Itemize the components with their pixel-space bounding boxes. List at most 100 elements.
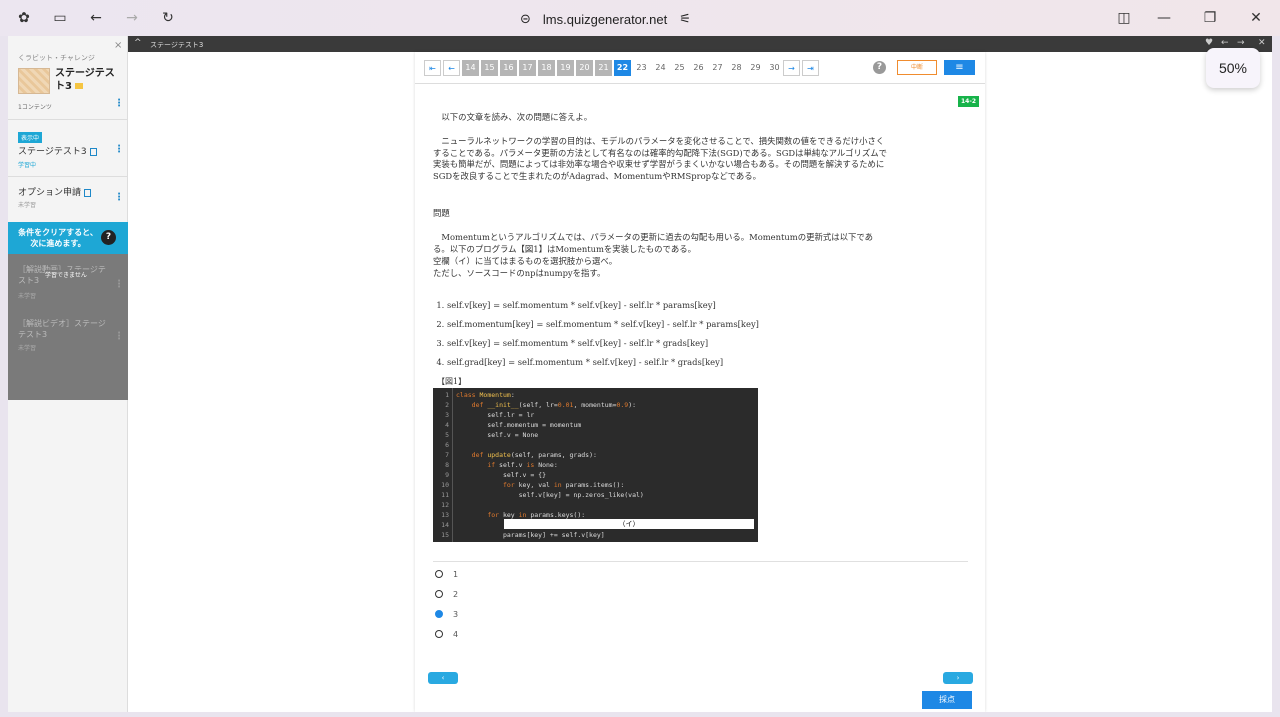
first-page-icon[interactable]: ⇤ <box>424 60 441 76</box>
option-item: self.v[key] = self.momentum * self.v[key… <box>447 300 759 319</box>
page-number-29[interactable]: 29 <box>747 60 764 76</box>
sidebar-item-status: 学習中 <box>18 162 37 169</box>
page-number-16[interactable]: 16 <box>500 60 517 76</box>
collapse-icon[interactable]: ^ <box>134 38 142 48</box>
course-sidebar: × くラビット・チャレンジ ステージテスト3 1コンテンツ ⋮ 表示中 ステージ… <box>8 36 128 712</box>
back-icon[interactable]: ← <box>86 8 106 28</box>
question-pager: ⇤ ← 14 15 16 17 18 19 20 21 22 23 24 25 26 27 28 29 30 →… <box>415 52 985 84</box>
condition-help-button[interactable]: ? <box>101 230 116 245</box>
page-number-14[interactable]: 14 <box>462 60 479 76</box>
status-badge: 表示中 <box>18 132 43 143</box>
page-number-25[interactable]: 25 <box>671 60 688 76</box>
sidebar-item-option[interactable]: オプション申請 <box>18 185 92 198</box>
split-view-icon[interactable]: ◫ <box>1114 8 1134 28</box>
radio-button-selected[interactable] <box>435 610 443 618</box>
reload-icon[interactable]: ↻ <box>158 8 178 28</box>
prev-lesson-icon[interactable]: ← <box>1221 38 1229 48</box>
code-figure: 1 2 3 4 5 6 7 8 9 10 11 12 13 14 15 clas… <box>433 388 758 542</box>
favorite-icon[interactable]: ♥ <box>1205 38 1213 48</box>
radio-button[interactable] <box>435 590 443 598</box>
divider <box>8 176 128 177</box>
page-number-18[interactable]: 18 <box>538 60 555 76</box>
browser-logo-icon[interactable]: ✿ <box>14 8 34 28</box>
problem-note: ただし、ソースコードのnpはnumpyを指す。 <box>433 268 606 278</box>
course-menu-icon[interactable]: ⋮ <box>114 99 124 109</box>
sidebar-item-stage-test[interactable]: ステージテスト3 <box>18 144 97 157</box>
sidebar-item-status: 未学習 <box>18 202 37 209</box>
content-count: 1コンテンツ <box>18 104 52 111</box>
page-number-20[interactable]: 20 <box>576 60 593 76</box>
sidebar-close-button[interactable]: × <box>114 40 122 51</box>
next-question-button[interactable]: › <box>943 672 973 684</box>
page-number-24[interactable]: 24 <box>652 60 669 76</box>
figure-label: 【図1】 <box>437 377 467 386</box>
question-passage: ニューラルネットワークの学習の目的は、モデルのパラメータを変化させることで、損失… <box>433 136 888 181</box>
page-number-19[interactable]: 19 <box>557 60 574 76</box>
page-number-28[interactable]: 28 <box>728 60 745 76</box>
page-number-26[interactable]: 26 <box>690 60 707 76</box>
sidebar-breadcrumb[interactable]: くラビット・チャレンジ <box>18 53 95 63</box>
lesson-topbar: ^ ステージテスト3 ♥ ← → ✕ <box>128 36 1272 52</box>
site-settings-icon[interactable]: ⚟ <box>679 12 691 27</box>
answer-choice-1[interactable]: 1 <box>435 568 458 580</box>
prev-page-icon[interactable]: ← <box>443 60 460 76</box>
minimize-icon[interactable]: — <box>1154 8 1174 28</box>
answer-choice-3[interactable]: 3 <box>435 608 458 620</box>
item-menu-icon: ⋮ <box>114 331 124 342</box>
page-number-27[interactable]: 27 <box>709 60 726 76</box>
question-panel: ⇤ ← 14 15 16 17 18 19 20 21 22 23 24 25 26 27 28 29 30 →… <box>415 52 985 712</box>
option-list: self.v[key] = self.momentum * self.v[key… <box>447 300 759 376</box>
link-icon: ⊝ <box>520 11 531 27</box>
problem-text: Momentumというアルゴリズムでは、パラメータの更新に過去の勾配も用いる。M… <box>433 232 874 254</box>
lesson-title: ステージテスト3 <box>150 41 204 49</box>
course-thumbnail <box>18 68 50 94</box>
submit-button[interactable]: 採点 <box>922 691 972 709</box>
answer-choice-2[interactable]: 2 <box>435 588 458 600</box>
locked-item-status: 未学習 <box>18 293 37 300</box>
item-menu-icon: ⋮ <box>114 279 124 290</box>
calendar-icon <box>84 188 92 197</box>
prev-question-button[interactable]: ‹ <box>428 672 458 684</box>
page-number-23[interactable]: 23 <box>633 60 650 76</box>
divider <box>433 561 968 562</box>
sidebar-toggle-icon[interactable]: ▭ <box>50 8 70 28</box>
address-bar[interactable]: ⊝ lms.quizgenerator.net ⚟ <box>520 9 691 29</box>
item-menu-icon[interactable]: ⋮ <box>114 145 124 155</box>
code-gutter <box>452 388 453 542</box>
page-number-30[interactable]: 30 <box>766 60 783 76</box>
page-number-17[interactable]: 17 <box>519 60 536 76</box>
last-page-icon[interactable]: ⇥ <box>802 60 819 76</box>
url-text[interactable]: lms.quizgenerator.net <box>543 12 667 27</box>
problem-instruction: 空欄（イ）に当てはまるものを選択肢から選べ。 <box>433 256 618 266</box>
item-menu-icon[interactable]: ⋮ <box>114 193 124 203</box>
suspend-button[interactable]: 中断 <box>897 60 937 75</box>
radio-button[interactable] <box>435 630 443 638</box>
forward-icon[interactable]: → <box>122 8 142 28</box>
content-frame: × くラビット・チャレンジ ステージテスト3 1コンテンツ ⋮ 表示中 ステージ… <box>8 36 1272 712</box>
help-button[interactable]: ? <box>873 61 886 74</box>
close-lesson-icon[interactable]: ✕ <box>1258 38 1266 48</box>
locked-item-status: 未学習 <box>18 345 37 352</box>
course-title: ステージテスト3 <box>55 68 115 92</box>
page-number-15[interactable]: 15 <box>481 60 498 76</box>
next-page-icon[interactable]: → <box>783 60 800 76</box>
question-intro: 以下の文章を読み、次の問題に答えよ。 <box>441 112 593 122</box>
document-icon <box>89 147 97 156</box>
page-number-22[interactable]: 22 <box>614 60 631 76</box>
locked-item: ［解説ビデオ］ステージテスト3 <box>18 319 106 339</box>
folder-icon <box>74 83 83 89</box>
main-area: ⇤ ← 14 15 16 17 18 19 20 21 22 23 24 25 26 27 28 29 30 →… <box>128 52 1272 712</box>
divider <box>8 119 128 120</box>
radio-button[interactable] <box>435 570 443 578</box>
question-heading: 問題 <box>433 208 450 218</box>
option-item: self.grad[key] = self.momentum * self.v[… <box>447 357 759 376</box>
option-item: self.momentum[key] = self.momentum * sel… <box>447 319 759 338</box>
option-item: self.v[key] = self.momentum * self.v[key… <box>447 338 759 357</box>
close-window-icon[interactable]: ✕ <box>1246 8 1266 28</box>
next-lesson-icon[interactable]: → <box>1237 38 1245 48</box>
answer-choice-4[interactable]: 4 <box>435 628 458 640</box>
page-number-21[interactable]: 21 <box>595 60 612 76</box>
restore-icon[interactable]: ❐ <box>1200 8 1220 28</box>
menu-button[interactable]: ≡ <box>944 60 975 75</box>
question-id-badge: 14-2 <box>958 96 980 107</box>
